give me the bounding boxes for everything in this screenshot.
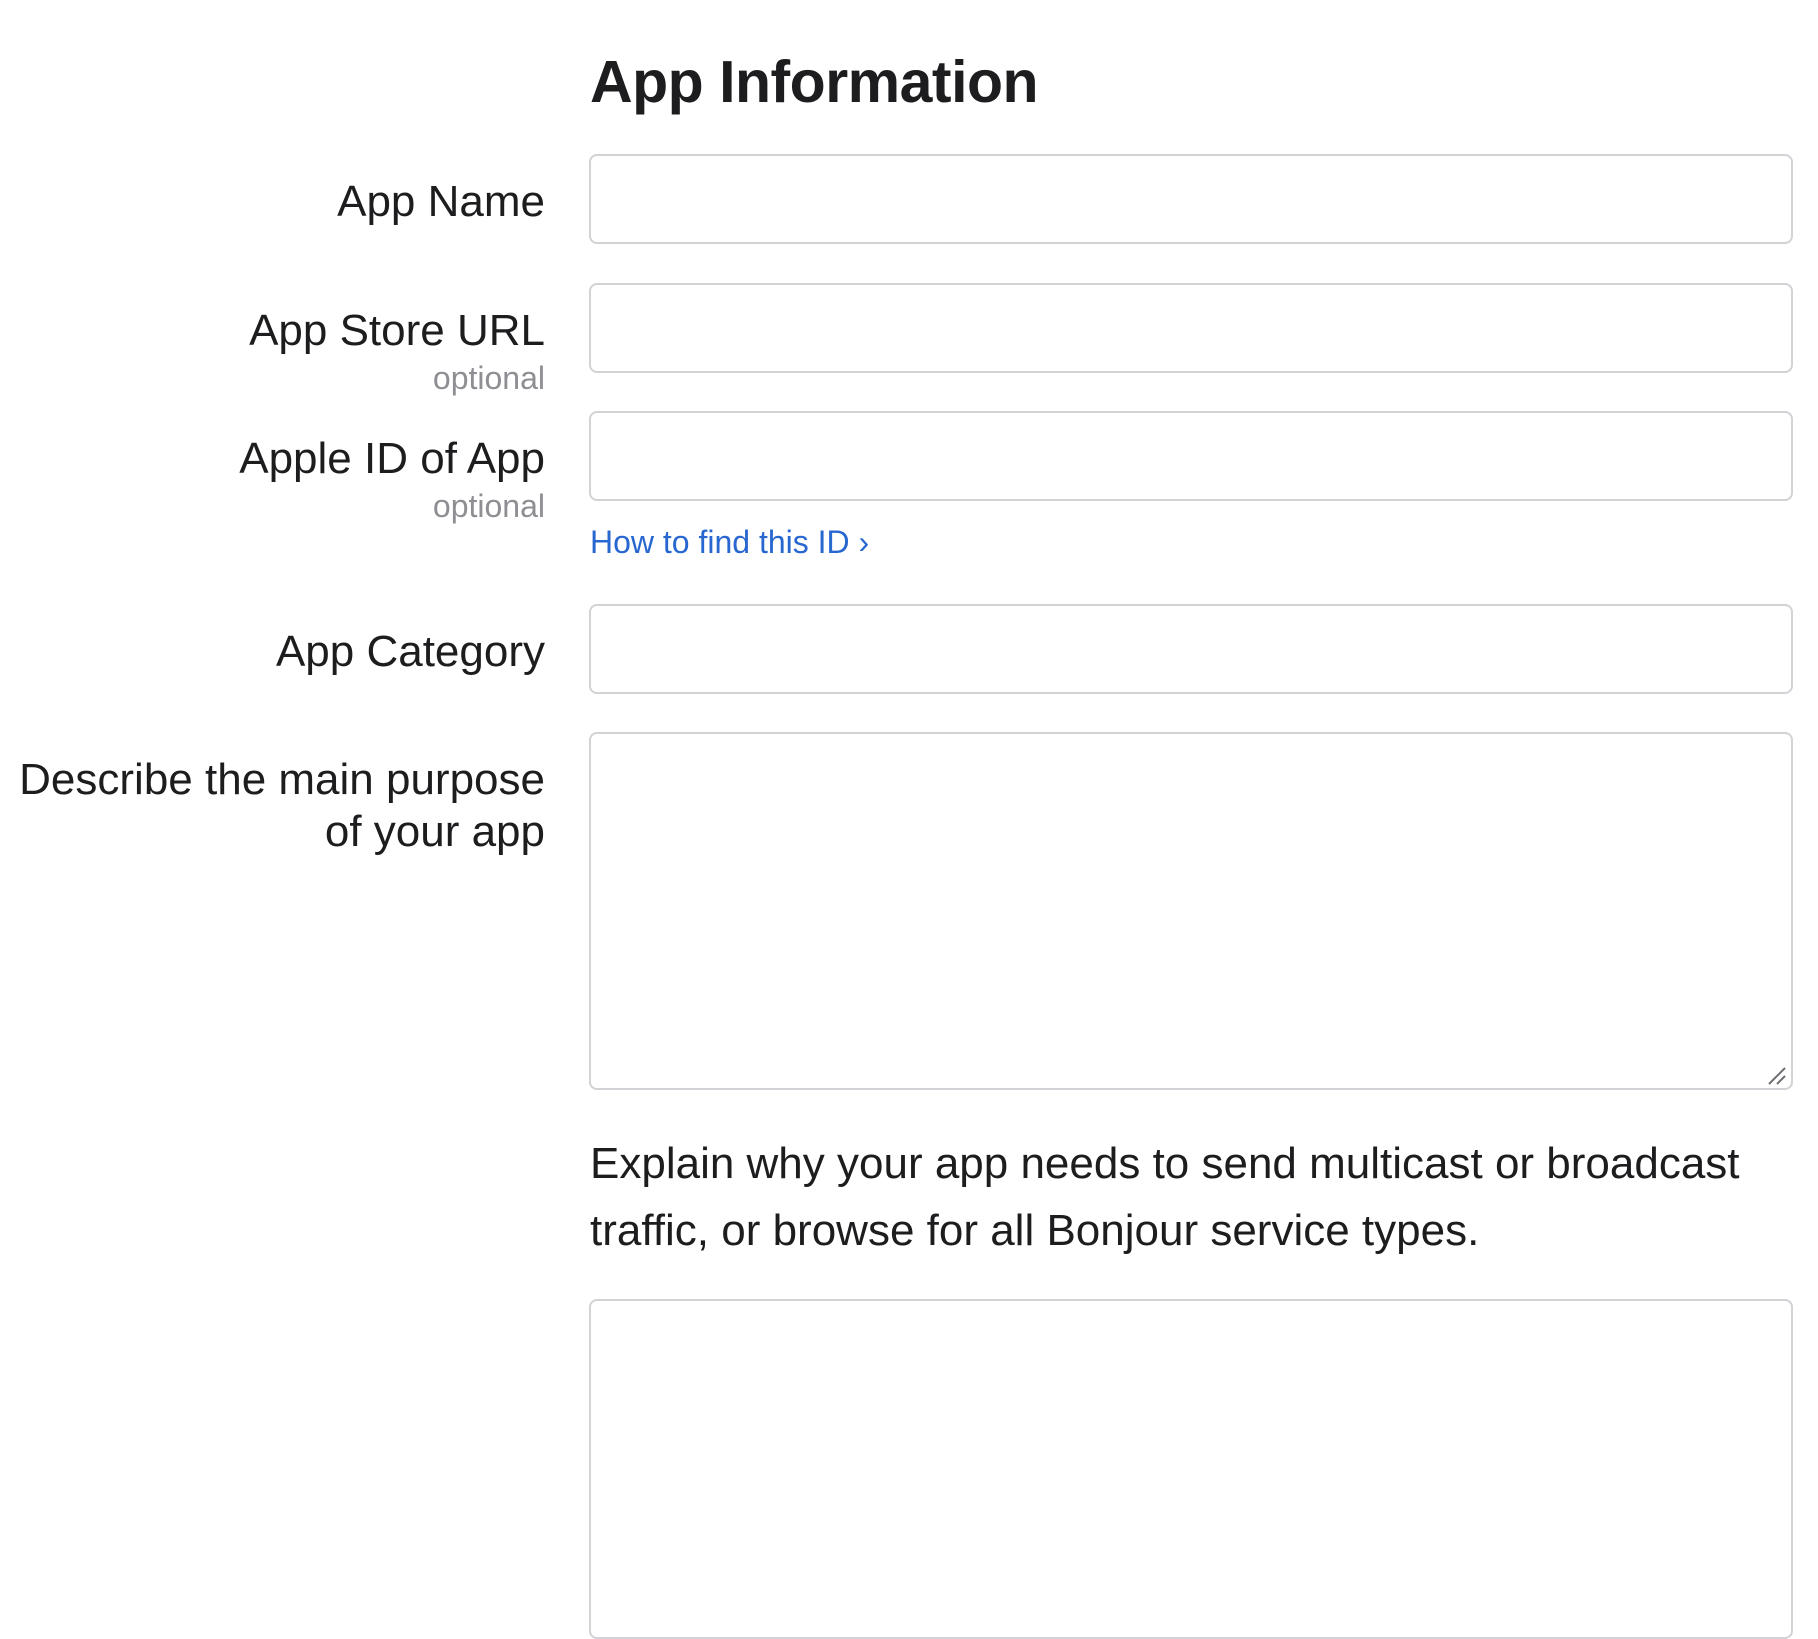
app-store-url-label: App Store URL <box>249 306 545 355</box>
app-name-label: App Name <box>337 177 545 226</box>
multicast-reason-prompt: Explain why your app needs to send multi… <box>590 1139 1740 1255</box>
how-to-find-id-link[interactable]: How to find this ID › <box>590 520 869 564</box>
apple-id-label: Apple ID of App <box>239 434 545 483</box>
main-purpose-label-line2: of your app <box>324 807 545 856</box>
app-name-input[interactable] <box>589 154 1793 244</box>
section-title: App Information <box>590 49 1039 115</box>
main-purpose-label-line1: Describe the main purpose <box>19 755 545 804</box>
app-store-url-optional-hint: optional <box>432 360 545 396</box>
main-purpose-label: Describe the main purpose of your app <box>10 754 545 858</box>
app-category-label: App Category <box>275 627 545 676</box>
app-store-url-input[interactable] <box>589 283 1793 373</box>
apple-id-optional-hint: optional <box>432 488 545 524</box>
multicast-reason-textarea[interactable] <box>589 1299 1793 1639</box>
main-purpose-textarea[interactable] <box>589 732 1793 1090</box>
app-category-input[interactable] <box>589 604 1793 694</box>
apple-id-input[interactable] <box>589 411 1793 501</box>
app-information-form: App Information App Name App Store URL o… <box>0 0 1818 1639</box>
resize-grip-icon[interactable] <box>1765 1064 1787 1086</box>
